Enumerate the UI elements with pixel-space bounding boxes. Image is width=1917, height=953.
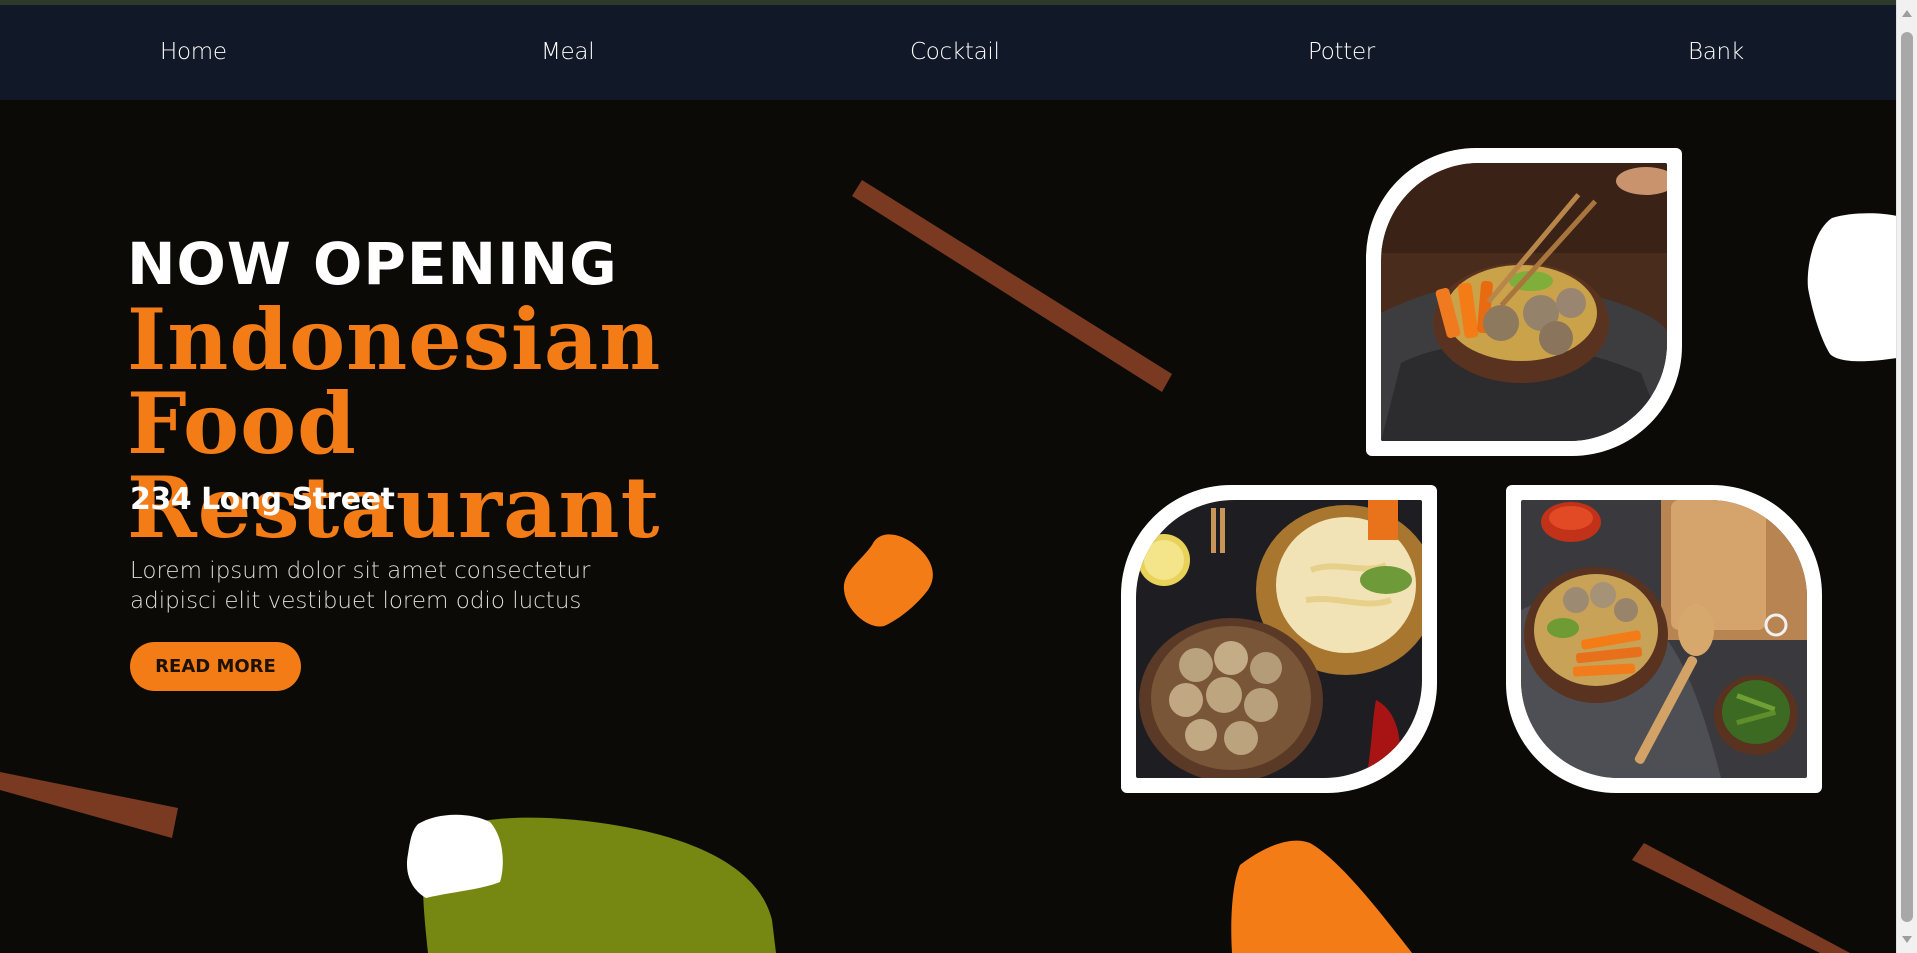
chopstick-shape-left [0, 772, 178, 838]
nav-item-meal[interactable]: Meal [541, 39, 595, 65]
description-line-1: Lorem ipsum dolor sit amet consectetur [130, 558, 591, 584]
nav-item-cocktail[interactable]: Cocktail [910, 39, 1000, 65]
scroll-up-arrow-icon[interactable] [1902, 10, 1912, 17]
white-blob-right [1807, 213, 1897, 362]
chopstick-shape-top [852, 180, 1172, 392]
nav-item-potter[interactable]: Potter [1308, 39, 1375, 65]
nav-item-home[interactable]: Home [160, 39, 227, 65]
meatball-soup-spoon-board-image [1521, 500, 1807, 778]
top-nav: Home Meal Cocktail Potter Bank [0, 5, 1897, 100]
scroll-down-arrow-icon[interactable] [1902, 936, 1912, 943]
meatballs-bowl-chopsticks-image [1381, 163, 1667, 441]
description-line-2: adipisci elit vestibuet lorem odio luctu… [130, 588, 582, 614]
food-card-bottom-left [1121, 485, 1437, 793]
hero-description: Lorem ipsum dolor sit amet consectetur a… [130, 556, 650, 616]
food-card-bottom-right [1506, 485, 1822, 793]
scroll-thumb[interactable] [1901, 32, 1913, 922]
page: Home Meal Cocktail Potter Bank NOW OPENI… [0, 0, 1917, 953]
read-more-button[interactable]: READ MORE [130, 642, 301, 691]
orange-blob-bottom [1231, 840, 1412, 953]
nav-item-bank[interactable]: Bank [1688, 39, 1744, 65]
now-opening-kicker: NOW OPENING [127, 230, 618, 298]
chopstick-shape-right [1632, 843, 1850, 953]
headline-line-1: Indonesian Food [127, 290, 662, 473]
white-blob-bottom [406, 814, 503, 898]
meatballs-noodles-image [1136, 500, 1422, 778]
vertical-scrollbar[interactable] [1896, 0, 1917, 953]
food-card-top [1366, 148, 1682, 456]
street-address: 234 Long Street [130, 482, 395, 517]
